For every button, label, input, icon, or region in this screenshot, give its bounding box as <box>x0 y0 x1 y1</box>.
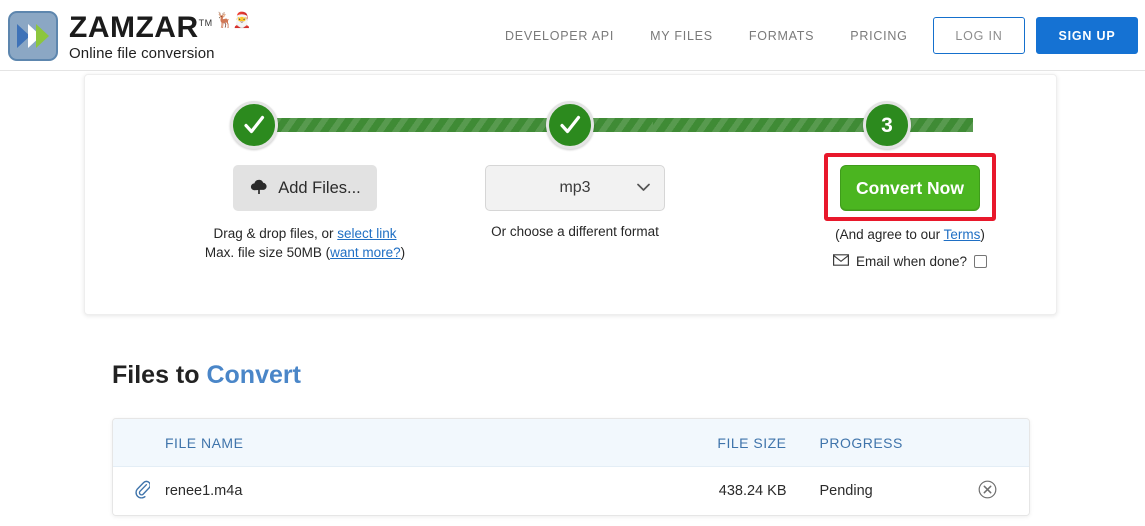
step-3-number: 3 <box>881 113 893 137</box>
check-icon <box>241 112 267 138</box>
add-files-button[interactable]: Add Files... <box>233 165 377 211</box>
format-select-value: mp3 <box>559 179 591 196</box>
convert-button-wrapper: Convert Now <box>824 153 996 221</box>
format-column: mp3 Or choose a different format <box>445 165 705 239</box>
size-hint-text: Max. file size 50MB ( <box>204 245 331 260</box>
add-files-column: Add Files... Drag & drop files, or selec… <box>125 165 485 262</box>
files-to-convert-heading: Files to Convert <box>112 361 301 390</box>
zamzar-logo-icon <box>8 10 58 61</box>
format-hint: Or choose a different format <box>491 224 659 239</box>
chevron-down-icon <box>637 179 650 197</box>
remove-file-icon[interactable] <box>978 480 997 499</box>
heading-accent: Convert <box>206 361 301 389</box>
size-hint-suffix: ) <box>400 245 406 260</box>
convert-now-button[interactable]: Convert Now <box>840 165 980 211</box>
files-table-header: FILE NAME FILE SIZE PROGRESS <box>113 419 1029 467</box>
sign-up-button[interactable]: SIGN UP <box>1036 17 1138 54</box>
brand-wordmark: ZAMZARTM Online file conversion 🦌🎅 <box>69 8 252 63</box>
terms-link[interactable]: Terms <box>944 227 981 242</box>
main-nav: DEVELOPER API MY FILES FORMATS PRICING H… <box>505 0 979 71</box>
files-table: FILE NAME FILE SIZE PROGRESS renee1.m4a … <box>112 418 1030 516</box>
drag-hint-text: Drag & drop files, or <box>213 226 338 241</box>
convert-column: Convert Now (And agree to our Terms) Ema… <box>765 153 1055 269</box>
mascot-icons: 🦌🎅 <box>215 12 251 29</box>
step-1-complete <box>230 101 278 149</box>
file-name-text: renee1.m4a <box>165 483 243 499</box>
select-link[interactable]: select link <box>337 226 396 241</box>
envelope-icon <box>832 254 849 269</box>
brand-name: ZAMZARTM <box>69 11 213 44</box>
step-3-current: 3 <box>863 101 911 149</box>
email-when-done-label: Email when done? <box>855 254 968 269</box>
nav-item-developer-api[interactable]: DEVELOPER API <box>505 29 614 43</box>
auth-buttons: LOG IN SIGN UP <box>933 17 1138 54</box>
cell-file-size: 438.24 KB <box>718 483 787 499</box>
progress-track-2-3 <box>653 118 973 132</box>
terms-suffix: ) <box>980 227 985 242</box>
page-body: 3 Add Files... Drag & drop files, or sel… <box>0 71 1145 526</box>
drag-drop-hint: Drag & drop files, or select link Max. f… <box>125 224 485 262</box>
column-header-file-name: FILE NAME <box>165 434 244 451</box>
converter-card: 3 Add Files... Drag & drop files, or sel… <box>84 74 1057 315</box>
brand-logo[interactable]: ZAMZARTM Online file conversion 🦌🎅 <box>8 8 252 63</box>
column-header-progress: PROGRESS <box>819 434 903 451</box>
cell-progress-status: Pending <box>819 483 873 499</box>
paperclip-icon <box>135 480 151 503</box>
table-row: renee1.m4a 438.24 KB Pending <box>113 467 1029 515</box>
trademark-mark: TM <box>198 18 213 28</box>
log-in-button[interactable]: LOG IN <box>933 17 1025 54</box>
brand-tagline: Online file conversion <box>69 45 215 62</box>
terms-prefix: (And agree to our <box>835 227 944 242</box>
check-icon <box>557 112 583 138</box>
want-more-link[interactable]: want more? <box>330 245 401 260</box>
step-2-complete <box>546 101 594 149</box>
nav-item-formats[interactable]: FORMATS <box>749 29 814 43</box>
cloud-upload-icon <box>249 178 269 199</box>
cell-actions <box>946 480 1029 503</box>
nav-item-pricing[interactable]: PRICING <box>850 29 907 43</box>
email-when-done-checkbox[interactable] <box>974 255 988 268</box>
add-files-label: Add Files... <box>278 178 361 197</box>
site-header: ZAMZARTM Online file conversion 🦌🎅 DEVEL… <box>0 0 1145 71</box>
progress-steps: 3 <box>85 75 1058 165</box>
terms-notice: (And agree to our Terms) <box>765 227 1055 242</box>
email-when-done-row: Email when done? <box>765 254 1055 269</box>
heading-prefix: Files to <box>112 361 207 389</box>
format-select[interactable]: mp3 <box>485 165 665 211</box>
nav-item-my-files[interactable]: MY FILES <box>650 29 713 43</box>
column-header-file-size: FILE SIZE <box>717 434 787 451</box>
cell-file-name: renee1.m4a <box>113 480 657 499</box>
